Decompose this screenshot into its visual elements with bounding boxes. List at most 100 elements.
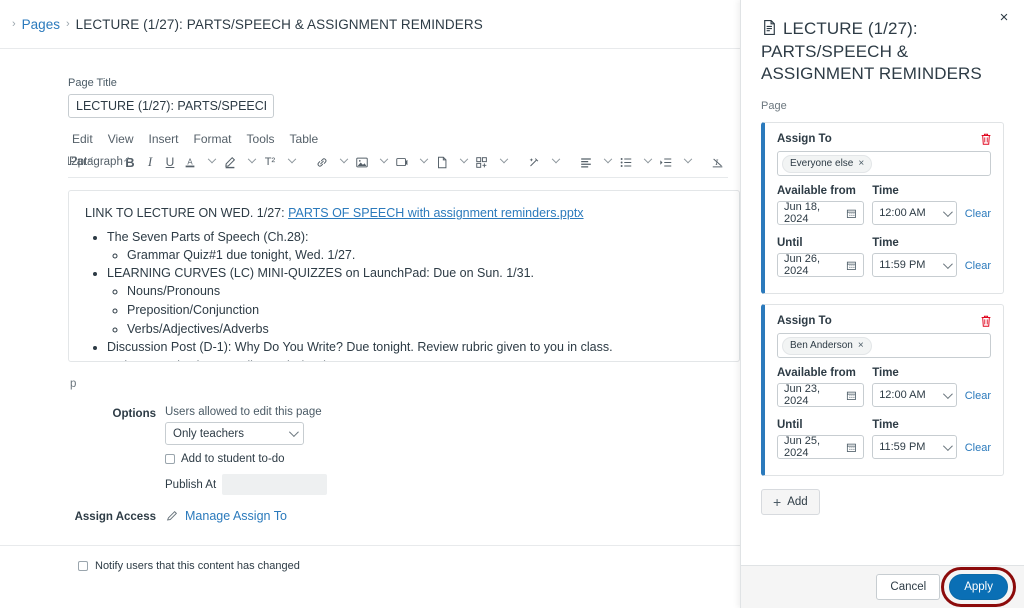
- assign-access-row: Assign Access Manage Assign To: [0, 509, 740, 523]
- text-color-dropdown[interactable]: [200, 151, 220, 173]
- assign-to-input[interactable]: Everyone else ×: [777, 151, 991, 177]
- menu-format[interactable]: Format: [194, 132, 232, 146]
- list-button[interactable]: [616, 151, 636, 173]
- until-date-group: Until Jun 26, 2024: [777, 237, 865, 278]
- align-dropdown[interactable]: [596, 151, 616, 173]
- users-allowed-select[interactable]: Only teachers: [165, 422, 304, 445]
- tray-title-text: LECTURE (1/27): PARTS/SPEECH & ASSIGNMEN…: [761, 19, 982, 83]
- clear-formatting-button[interactable]: [524, 151, 544, 173]
- insert-link-dropdown[interactable]: [332, 151, 352, 173]
- add-to-student-todo-row[interactable]: Add to student to-do: [165, 453, 740, 465]
- highlighter-pen-icon: [225, 156, 236, 168]
- insert-document-dropdown[interactable]: [452, 151, 472, 173]
- add-assign-to-card-button[interactable]: + Add: [761, 489, 820, 516]
- manage-assign-to-button[interactable]: Manage Assign To: [165, 509, 740, 523]
- available-from-time-input[interactable]: 12:00 AM: [872, 201, 957, 226]
- block-format-dropdown[interactable]: Paragraph: [69, 151, 129, 173]
- list-item: Verbs/Adjectives/Adverbs: [127, 321, 723, 339]
- delete-card-button[interactable]: [979, 314, 993, 328]
- options-row: Options Users allowed to edit this page …: [0, 406, 740, 495]
- calendar-icon[interactable]: [846, 390, 857, 401]
- svg-text:A: A: [187, 157, 193, 166]
- insert-media-button[interactable]: [392, 151, 412, 173]
- indent-dropdown[interactable]: [676, 151, 696, 173]
- menu-table[interactable]: Table: [290, 132, 319, 146]
- until-time-input[interactable]: 11:59 PM: [872, 253, 957, 278]
- menu-view[interactable]: View: [108, 132, 134, 146]
- insert-document-button[interactable]: [432, 151, 452, 173]
- assign-to-card: Assign To Everyone else × Available from…: [761, 122, 1004, 295]
- options-section: Options Users allowed to edit this page …: [0, 406, 740, 523]
- assignee-pill[interactable]: Ben Anderson ×: [782, 336, 872, 355]
- apps-button[interactable]: [472, 151, 492, 173]
- close-icon[interactable]: ×: [996, 10, 1012, 27]
- notify-users-checkbox[interactable]: [78, 561, 88, 571]
- highlight-color-dropdown[interactable]: [240, 151, 260, 173]
- available-from-time-group: Time 12:00 AM: [872, 367, 957, 408]
- clear-until-button[interactable]: Clear: [965, 260, 991, 277]
- menu-insert[interactable]: Insert: [148, 132, 178, 146]
- text-color-button[interactable]: A: [180, 151, 200, 173]
- editor-content-area[interactable]: LINK TO LECTURE ON WED. 1/27: PARTS OF S…: [68, 190, 740, 362]
- align-button[interactable]: [576, 151, 596, 173]
- clear-until-button[interactable]: Clear: [965, 442, 991, 459]
- page-title-label: Page Title: [68, 77, 117, 89]
- available-from-time-input[interactable]: 12:00 AM: [872, 383, 957, 408]
- menu-edit[interactable]: Edit: [72, 132, 93, 146]
- highlight-color-button[interactable]: [220, 151, 240, 173]
- remove-assignee-icon[interactable]: ×: [858, 340, 864, 351]
- rich-content-editor: Edit View Insert Format Tools Table 12pt…: [68, 132, 728, 178]
- remove-formatting-button[interactable]: I: [708, 151, 728, 173]
- breadcrumb-link-pages[interactable]: Pages: [22, 17, 60, 32]
- chevron-down-icon: [207, 154, 216, 164]
- insert-image-dropdown[interactable]: [372, 151, 392, 173]
- list-item: Discussion Post (D-1): Why Do You Write?…: [107, 339, 723, 357]
- chevron-down-icon: [942, 440, 953, 451]
- menu-tools[interactable]: Tools: [247, 132, 275, 146]
- underline-button[interactable]: U: [160, 151, 180, 173]
- superscript-dropdown[interactable]: [280, 151, 300, 173]
- insert-image-button[interactable]: [352, 151, 372, 173]
- available-from-date-value: Jun 23, 2024: [784, 383, 821, 408]
- apply-button[interactable]: Apply: [949, 574, 1008, 600]
- calendar-icon[interactable]: [846, 260, 857, 271]
- chevron-down-icon: [942, 206, 953, 217]
- chevron-down-icon: [288, 427, 299, 438]
- cancel-button[interactable]: Cancel: [876, 574, 941, 600]
- clear-available-from-button[interactable]: Clear: [965, 208, 991, 225]
- assignee-pill-label: Ben Anderson: [790, 340, 853, 352]
- available-from-date-input[interactable]: Jun 23, 2024: [777, 383, 865, 408]
- link-icon: [317, 157, 327, 167]
- calendar-icon[interactable]: [846, 208, 857, 219]
- insert-media-dropdown[interactable]: [412, 151, 432, 173]
- remove-assignee-icon[interactable]: ×: [858, 158, 864, 169]
- italic-button[interactable]: I: [140, 151, 160, 173]
- apps-plus-icon: [476, 156, 487, 168]
- notify-users-row[interactable]: Notify users that this content has chang…: [0, 545, 740, 572]
- tray-footer: Cancel Apply: [741, 565, 1024, 608]
- add-to-student-todo-checkbox[interactable]: [165, 454, 175, 464]
- indent-button[interactable]: [656, 151, 676, 173]
- users-allowed-label: Users allowed to edit this page: [165, 406, 322, 418]
- clear-available-from-button[interactable]: Clear: [965, 390, 991, 407]
- calendar-icon[interactable]: [846, 442, 857, 453]
- delete-card-button[interactable]: [979, 132, 993, 146]
- insert-link-button[interactable]: [312, 151, 332, 173]
- until-time-input[interactable]: 11:59 PM: [872, 435, 957, 460]
- apply-button-wrapper: Apply: [941, 567, 1016, 607]
- superscript-button[interactable]: T²: [260, 151, 280, 173]
- until-date-input[interactable]: Jun 25, 2024: [777, 435, 865, 460]
- apps-dropdown[interactable]: [492, 151, 512, 173]
- list-dropdown[interactable]: [636, 151, 656, 173]
- bold-button[interactable]: B: [120, 151, 140, 173]
- lecture-pptx-link[interactable]: PARTS OF SPEECH with assignment reminder…: [288, 206, 583, 220]
- until-row: Until Jun 26, 2024 Time 11:59 PM Clear: [777, 237, 991, 278]
- assignee-pill[interactable]: Everyone else ×: [782, 154, 873, 173]
- assign-to-input[interactable]: Ben Anderson ×: [777, 333, 991, 359]
- publish-at-input[interactable]: [222, 474, 328, 495]
- available-from-date-input[interactable]: Jun 18, 2024: [777, 201, 865, 226]
- clear-formatting-dropdown[interactable]: [544, 151, 564, 173]
- clear-text-format-icon: I: [712, 158, 723, 167]
- page-title-input[interactable]: [68, 94, 274, 118]
- until-date-input[interactable]: Jun 26, 2024: [777, 253, 865, 278]
